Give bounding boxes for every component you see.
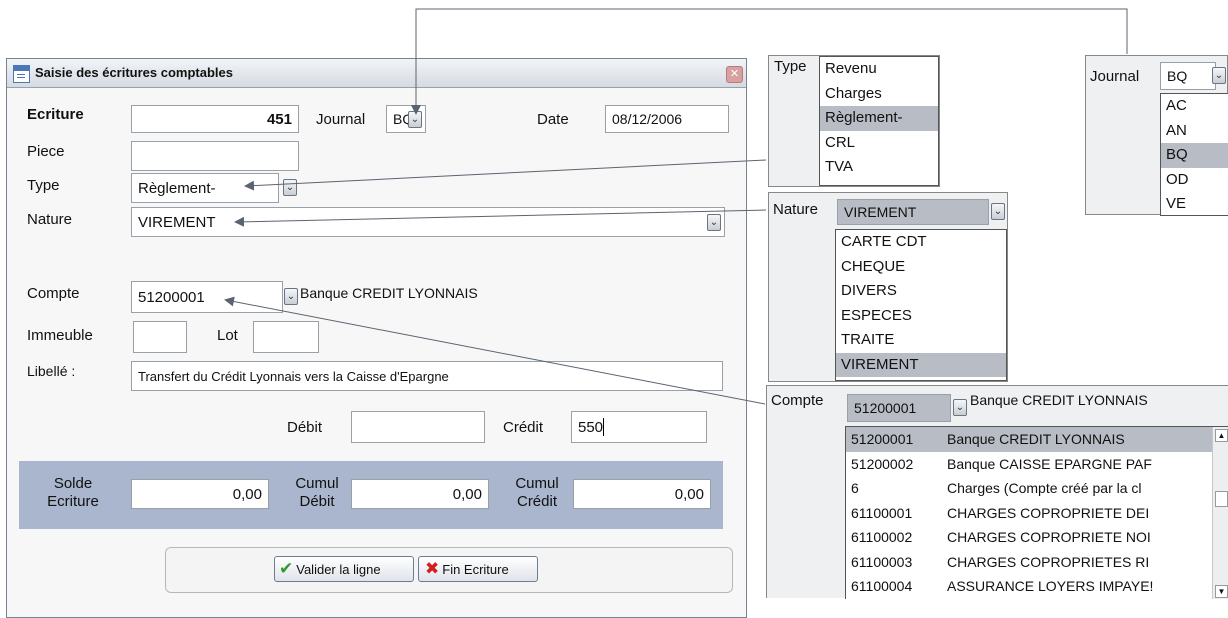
arrow-journal [411, 8, 1128, 115]
arrow-type [244, 159, 767, 191]
arrow-compte [224, 296, 766, 405]
callout-arrows [224, 8, 1128, 405]
arrow-nature [234, 209, 767, 227]
